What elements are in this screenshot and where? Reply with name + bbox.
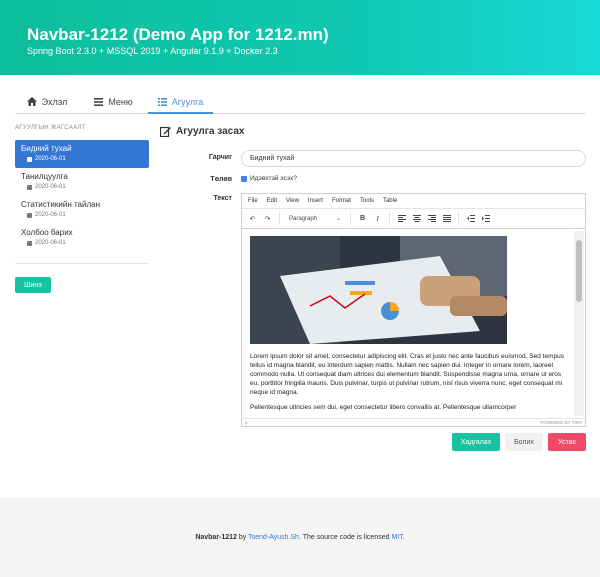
powered-by-label: POWERED BY TINY: [540, 420, 582, 425]
cancel-button[interactable]: Болих: [505, 433, 543, 451]
title-input[interactable]: Бидний тухай: [241, 150, 586, 167]
italic-icon[interactable]: I: [372, 213, 383, 224]
title-label: Гарчиг: [208, 154, 232, 161]
delete-button[interactable]: Устах: [548, 433, 586, 451]
calendar-icon: [27, 184, 32, 190]
list-item-date: 2020-06-01: [35, 212, 66, 218]
footer-brand: Navbar-1212: [195, 533, 237, 541]
toolbar-separator: [458, 212, 459, 225]
bold-icon[interactable]: B: [357, 213, 368, 224]
calendar-icon: [27, 212, 32, 218]
list-item-date-row: 2020-06-01: [21, 212, 149, 218]
business-photo: [250, 236, 507, 344]
list-item-title: Холбоо барих: [21, 228, 73, 237]
page-footer: Navbar-1212 by Tsend-Ayush.Sh. The sourc…: [0, 497, 600, 577]
editor-paragraph: Pellentesque ultricies sem dui, eget con…: [250, 404, 517, 411]
list-item-date: 2020-06-01: [35, 156, 66, 162]
tab-menu-label: Меню: [108, 96, 133, 107]
edit-icon: [160, 126, 171, 137]
format-select[interactable]: Paragraph ⌄: [286, 213, 344, 225]
editor-toolbar: ↶ ↷ Paragraph ⌄ B I: [242, 209, 585, 229]
list-icon: [157, 97, 167, 106]
outdent-icon[interactable]: [465, 213, 476, 224]
scrollbar-thumb[interactable]: [576, 240, 582, 302]
rich-text-editor: File Edit View Insert Format Tools Table…: [241, 193, 586, 427]
list-item-intro[interactable]: Танилцуулга 2020-06-01: [15, 168, 149, 196]
indent-icon[interactable]: [480, 213, 491, 224]
menu-edit[interactable]: Edit: [267, 198, 277, 204]
menu-tools[interactable]: Tools: [360, 198, 374, 204]
tab-content[interactable]: Агуулга: [148, 91, 213, 114]
menu-view[interactable]: View: [286, 198, 299, 204]
menu-insert[interactable]: Insert: [308, 198, 323, 204]
toolbar-separator: [389, 212, 390, 225]
align-justify-icon[interactable]: [441, 213, 452, 224]
list-item-date-row: 2020-06-01: [21, 240, 149, 246]
tab-content-label: Агуулга: [171, 96, 204, 107]
status-label: Төлөв: [210, 176, 232, 183]
toolbar-separator: [279, 212, 280, 225]
list-item-date-row: 2020-06-01: [21, 156, 149, 162]
list-item-date: 2020-06-01: [35, 240, 66, 246]
list-item-title: Бидний тухай: [21, 144, 72, 153]
editor-paragraph: Lorem ipsum dolor sit amet, consectetur …: [250, 353, 564, 396]
footer-end: .: [402, 533, 405, 541]
sidebar-divider: [15, 263, 149, 264]
list-item-title: Статистикийн тайлан: [21, 200, 100, 209]
editor-content[interactable]: Lorem ipsum dolor sit amet, consectetur …: [242, 230, 575, 418]
chevron-down-icon: ⌄: [335, 216, 341, 222]
app-subtitle: Spring Boot 2.3.0 + MSSQL 2019 + Angular…: [27, 46, 278, 56]
active-checkbox-label: Идэвхтэй эсэх?: [250, 175, 297, 182]
active-checkbox[interactable]: [241, 175, 247, 182]
redo-icon[interactable]: ↷: [262, 213, 273, 224]
footer-text: Navbar-1212 by Tsend-Ayush.Sh. The sourc…: [195, 534, 404, 541]
tab-menu[interactable]: Меню: [82, 91, 145, 114]
menu-table[interactable]: Table: [383, 198, 397, 204]
tab-home[interactable]: Эхлэл: [15, 91, 79, 114]
sidebar-title: АГУУЛГЫН ЖАГСААЛТ: [15, 125, 86, 131]
editor-statusbar: p POWERED BY TINY: [242, 418, 585, 426]
list-item-date-row: 2020-06-01: [21, 184, 149, 190]
form-title: Агуулга засах: [160, 126, 244, 137]
home-icon: [26, 97, 37, 106]
menu-format[interactable]: Format: [332, 198, 351, 204]
text-label: Текст: [213, 195, 232, 202]
menu-icon: [94, 97, 104, 106]
menu-file[interactable]: File: [248, 198, 258, 204]
license-link[interactable]: MIT: [391, 534, 402, 541]
save-button[interactable]: Хадгалах: [452, 433, 500, 451]
align-left-icon[interactable]: [396, 213, 407, 224]
footer-license-text: . The source code is licensed: [298, 533, 392, 541]
list-item-title: Танилцуулга: [21, 172, 68, 181]
undo-icon[interactable]: ↶: [247, 213, 258, 224]
align-center-icon[interactable]: [411, 213, 422, 224]
list-item-date: 2020-06-01: [35, 184, 66, 190]
list-item-statistics[interactable]: Статистикийн тайлан 2020-06-01: [15, 196, 149, 224]
footer-by: by: [236, 533, 249, 541]
format-select-value: Paragraph: [289, 215, 318, 222]
new-button[interactable]: Шинэ: [15, 277, 51, 293]
align-right-icon[interactable]: [426, 213, 437, 224]
author-link[interactable]: Tsend-Ayush.Sh: [248, 534, 299, 541]
calendar-icon: [27, 156, 32, 162]
active-checkbox-row: Идэвхтэй эсэх?: [241, 175, 297, 182]
list-item-about[interactable]: Бидний тухай 2020-06-01: [15, 140, 149, 168]
element-path: p: [245, 420, 248, 425]
content-list: Бидний тухай 2020-06-01 Танилцуулга 2020…: [15, 140, 149, 252]
calendar-icon: [27, 240, 32, 246]
list-item-contact[interactable]: Холбоо барих 2020-06-01: [15, 224, 149, 252]
toolbar-separator: [350, 212, 351, 225]
page-header: Navbar-1212 (Demo App for 1212.mn) Sprin…: [0, 0, 600, 75]
editor-menubar: File Edit View Insert Format Tools Table: [242, 194, 585, 209]
app-title: Navbar-1212 (Demo App for 1212.mn): [27, 25, 329, 44]
nav-tabs: Эхлэл Меню Агуулга: [15, 91, 586, 114]
form-title-text: Агуулга засах: [176, 126, 245, 137]
editor-scrollbar[interactable]: [574, 231, 584, 416]
tab-home-label: Эхлэл: [41, 96, 68, 107]
